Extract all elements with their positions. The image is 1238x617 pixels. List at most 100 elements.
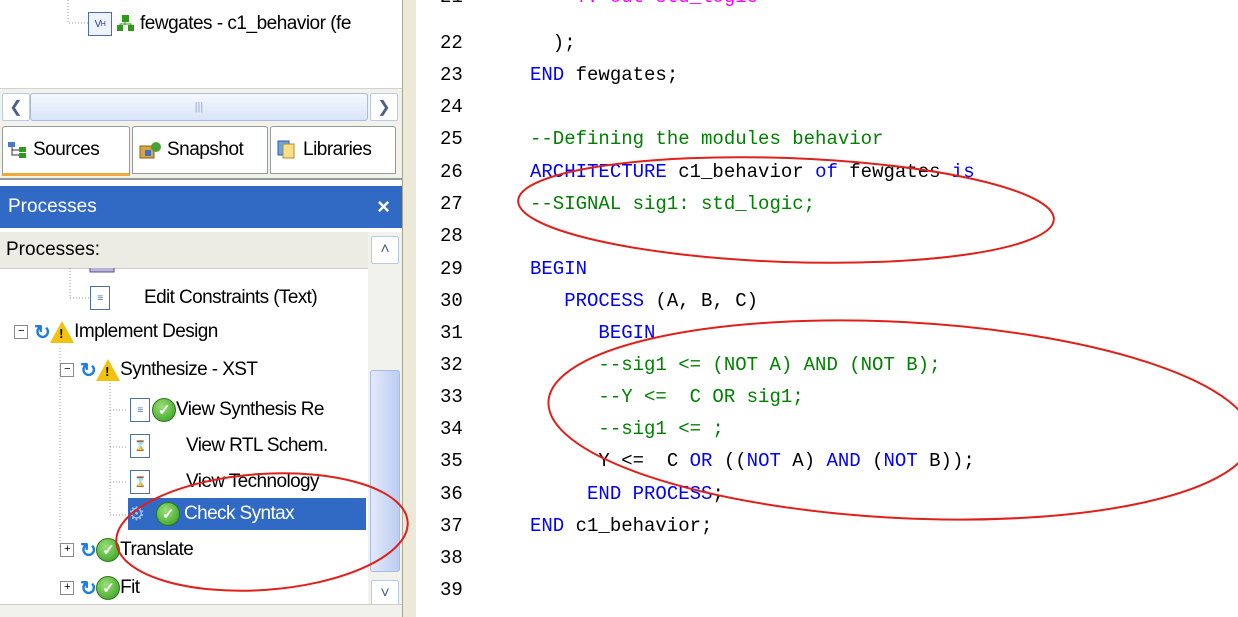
process-item-synthesize-xst[interactable]: − ↻ ! Synthesize - XST: [60, 354, 258, 386]
line-number: 30: [440, 290, 463, 312]
line-number: 31: [440, 322, 463, 344]
line-number: 38: [440, 547, 463, 569]
vhdl-file-icon: VH: [88, 12, 112, 36]
process-item-translate[interactable]: + ↻ ✓ Translate: [60, 534, 194, 566]
code-text: ((: [712, 450, 747, 472]
line-number: 22: [440, 32, 463, 54]
code-keyword: BEGIN: [530, 322, 656, 344]
left-panel: VH fewgates - c1_behavior (fe ❮ ||| ❯ So…: [0, 0, 402, 617]
process-item-check-syntax[interactable]: ⚙ ✓ Check Syntax: [128, 498, 366, 530]
schematic-icon: ⌛: [130, 470, 150, 494]
line-number: 23: [440, 64, 463, 86]
code-comment: --sig1 <= (NOT A) AND (NOT B);: [530, 354, 941, 376]
process-item-label: View RTL Schem.: [186, 435, 328, 456]
vertical-scrollbar[interactable]: ˄ ˅: [368, 232, 402, 617]
process-item-label: View Synthesis Re: [176, 399, 324, 420]
line-number: 24: [440, 96, 463, 118]
code-line-31: BEGIN: [530, 322, 655, 344]
code-keyword: END: [530, 64, 565, 86]
code-text: c1_behavior: [666, 161, 816, 183]
warning-icon: !: [50, 321, 75, 343]
tab-snapshot-label: Snapshot: [167, 139, 244, 160]
code-keyword: OR: [689, 450, 713, 472]
process-item-view-technology[interactable]: ⌛ View Technology: [130, 466, 320, 498]
code-text: (: [860, 450, 884, 472]
code-line-23: END fewgates;: [530, 64, 678, 86]
code-text: fewgates;: [564, 64, 679, 86]
processes-panel-title: Processes: [8, 196, 97, 217]
collapse-icon[interactable]: −: [60, 363, 74, 377]
vertical-scroll-thumb[interactable]: [370, 370, 400, 572]
tab-snapshot[interactable]: Snapshot: [132, 126, 268, 174]
document-icon: ≡: [90, 286, 110, 310]
code-text: B));: [917, 450, 975, 472]
code-keyword: BEGIN: [530, 258, 588, 280]
code-line-27: --SIGNAL sig1: std_logic;: [530, 193, 815, 215]
process-item-label: Edit Constraints (Text): [144, 287, 318, 308]
scroll-right-button[interactable]: ❯: [370, 93, 398, 121]
code-text: (A, B, C): [644, 290, 759, 312]
process-item-label: View Technology: [186, 471, 320, 492]
code-line-36: END PROCESS;: [530, 483, 724, 505]
tab-libraries[interactable]: Libraries: [270, 126, 396, 174]
expand-icon[interactable]: +: [60, 543, 74, 557]
code-text: Y: out std_logic: [530, 0, 758, 8]
close-icon[interactable]: ×: [377, 194, 390, 220]
code-text: c1_behavior;: [564, 515, 713, 537]
code-line-21: Y: out std_logic: [530, 0, 758, 8]
code-comment: --Defining the modules behavior: [530, 128, 884, 150]
code-line-35: Y <= C OR ((NOT A) AND (NOT B));: [530, 450, 975, 472]
bottom-scrollbar-edge: [0, 604, 402, 617]
scroll-thumb[interactable]: |||: [30, 93, 368, 121]
code-comment: --Y <= C OR sig1;: [530, 386, 804, 408]
code-text: );: [530, 32, 576, 54]
line-number: 39: [440, 579, 463, 601]
refresh-icon: ↻: [80, 577, 97, 600]
check-icon: ✓: [152, 398, 176, 422]
code-keyword: END: [530, 515, 565, 537]
process-gear-icon: ⚙: [128, 503, 145, 525]
line-number: 35: [440, 450, 463, 472]
code-keyword: of: [815, 161, 838, 183]
line-number: 27: [440, 193, 463, 215]
refresh-icon: ↻: [34, 321, 51, 344]
process-item-view-rtl-schematic[interactable]: ⌛ View RTL Schem.: [130, 430, 328, 462]
sources-tree: VH fewgates - c1_behavior (fe: [0, 0, 402, 88]
code-keyword: END PROCESS: [530, 483, 713, 505]
code-line-22: );: [530, 32, 576, 54]
code-keyword: AND: [826, 450, 861, 472]
scroll-up-button[interactable]: ˄: [371, 236, 399, 264]
code-keyword: is: [951, 161, 975, 183]
collapse-icon[interactable]: −: [14, 325, 28, 339]
libraries-icon: [277, 140, 299, 160]
process-item-view-synthesis-report[interactable]: ≡ ✓ View Synthesis Re: [130, 394, 324, 426]
document-icon: ≡: [130, 398, 150, 422]
line-number: 29: [440, 258, 463, 280]
line-number: 25: [440, 128, 463, 150]
sources-tree-item-fewgates[interactable]: VH fewgates - c1_behavior (fe: [88, 8, 351, 40]
line-number: 32: [440, 354, 463, 376]
code-comment: --SIGNAL sig1: std_logic;: [530, 193, 816, 215]
line-number: 26: [440, 161, 463, 183]
tab-sources[interactable]: Sources: [2, 126, 130, 176]
line-number: 34: [440, 418, 463, 440]
tab-libraries-label: Libraries: [303, 139, 372, 160]
code-line-25: --Defining the modules behavior: [530, 128, 883, 150]
check-icon: ✓: [96, 576, 121, 600]
process-item-label: Synthesize - XST: [120, 359, 258, 380]
code-line-29: BEGIN: [530, 258, 587, 280]
architecture-icon: [116, 14, 136, 34]
refresh-icon: ↻: [80, 539, 97, 562]
code-text: ;: [712, 483, 724, 505]
scroll-left-button[interactable]: ❮: [2, 93, 30, 121]
horizontal-scrollbar[interactable]: ❮ ||| ❯: [0, 88, 402, 123]
process-item-implement-design[interactable]: − ↻ ! Implement Design: [14, 316, 218, 348]
expand-icon[interactable]: +: [60, 581, 74, 595]
code-keyword: NOT: [746, 450, 781, 472]
code-keyword: NOT: [883, 450, 918, 472]
sources-icon: [7, 141, 29, 159]
process-item-fit[interactable]: + ↻ ✓ Fit: [60, 572, 140, 604]
code-line-32: --sig1 <= (NOT A) AND (NOT B);: [530, 354, 940, 376]
snapshot-icon: [139, 140, 163, 160]
process-item-edit-constraints[interactable]: ≡ Edit Constraints (Text): [90, 282, 318, 314]
